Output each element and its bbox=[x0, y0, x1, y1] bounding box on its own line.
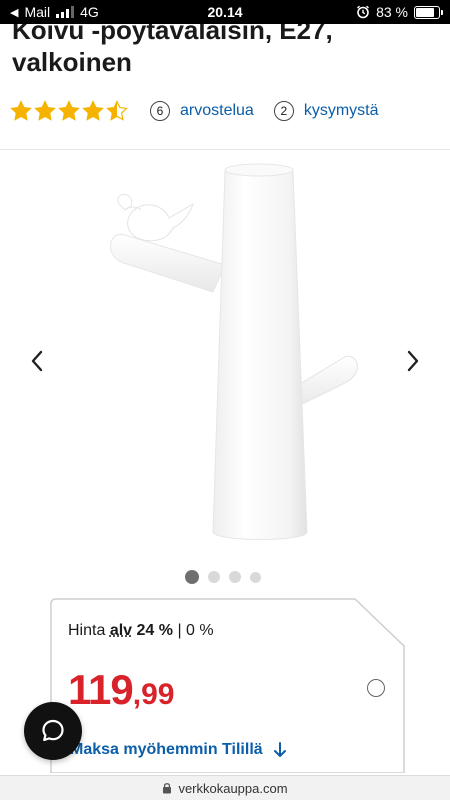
rating-row: 6 arvostelua 2 kysymystä bbox=[10, 100, 379, 122]
star-icon bbox=[10, 100, 32, 121]
star-icon bbox=[106, 100, 128, 121]
network-type: 4G bbox=[80, 4, 99, 20]
battery-percent: 83 % bbox=[376, 4, 408, 20]
pagination-dot[interactable] bbox=[229, 571, 241, 583]
chevron-left-icon bbox=[31, 350, 43, 372]
vat-separator: | bbox=[177, 622, 182, 639]
pay-later-label: Maksa myöhemmin Tilillä bbox=[70, 741, 263, 758]
vat-24-option[interactable]: 24 % bbox=[137, 622, 173, 639]
battery-icon bbox=[414, 5, 443, 19]
star-icon bbox=[58, 100, 80, 121]
star-rating[interactable] bbox=[10, 100, 128, 122]
reviews-link[interactable]: arvostelua bbox=[180, 102, 254, 120]
vat-0-option[interactable]: 0 % bbox=[186, 622, 214, 639]
price-label: Hinta bbox=[68, 622, 106, 639]
arrow-down-icon bbox=[273, 742, 286, 757]
question-count-badge[interactable]: 2 bbox=[273, 101, 294, 121]
previous-image-button[interactable] bbox=[22, 346, 52, 376]
status-left: ◀ Mail 4G bbox=[10, 4, 99, 20]
chevron-right-icon bbox=[407, 350, 419, 372]
url-text[interactable]: verkkokauppa.com bbox=[178, 781, 287, 796]
pagination-dot[interactable] bbox=[250, 571, 261, 583]
price-value: 119,99 bbox=[68, 666, 174, 714]
alarm-icon bbox=[357, 5, 370, 19]
price-card: Hinta alv 24 % | 0 % 119,99 Maksa myöhem… bbox=[50, 598, 405, 773]
pay-later-link[interactable]: Maksa myöhemmin Tilillä bbox=[70, 741, 287, 759]
chat-bubble-icon bbox=[42, 719, 64, 742]
questions-link[interactable]: kysymystä bbox=[304, 102, 379, 120]
star-icon bbox=[34, 100, 56, 121]
next-image-button[interactable] bbox=[398, 346, 428, 376]
status-right: 83 % bbox=[356, 4, 443, 20]
review-count-badge[interactable]: 6 bbox=[150, 101, 170, 121]
back-app-name[interactable]: Mail bbox=[24, 4, 50, 20]
star-icon bbox=[82, 100, 104, 121]
status-bar: ◀ Mail 4G 20.14 83 % bbox=[0, 0, 450, 24]
back-to-app-icon[interactable]: ◀ bbox=[10, 6, 18, 19]
browser-url-bar[interactable]: verkkokauppa.com bbox=[0, 775, 450, 800]
signal-icon bbox=[56, 6, 75, 18]
product-image[interactable] bbox=[85, 160, 375, 560]
pagination-dot[interactable] bbox=[185, 570, 199, 584]
pagination-dot[interactable] bbox=[208, 571, 220, 583]
divider bbox=[0, 149, 450, 150]
price-integer: 119 bbox=[68, 666, 134, 713]
clock: 20.14 bbox=[207, 4, 243, 20]
tag-hole bbox=[367, 679, 385, 697]
price-vat-selector[interactable]: Hinta alv 24 % | 0 % bbox=[68, 622, 214, 640]
battery-fill bbox=[416, 7, 435, 17]
vat-label[interactable]: alv bbox=[110, 622, 132, 639]
product-page: Koivu -pöytävalaisin, E27, valkoinen ◀ M… bbox=[0, 0, 450, 800]
price-decimal: ,99 bbox=[132, 678, 175, 711]
gallery-pagination[interactable] bbox=[185, 570, 261, 584]
lock-icon bbox=[163, 783, 172, 794]
chat-button[interactable] bbox=[24, 702, 82, 760]
